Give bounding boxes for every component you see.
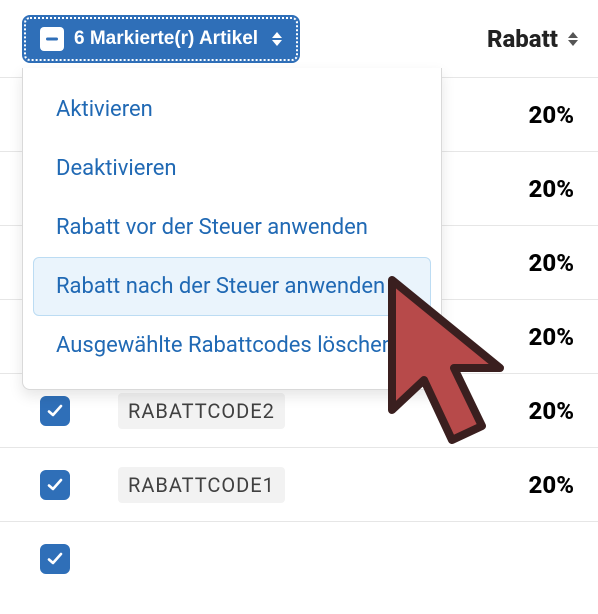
menu-item-label: Rabatt nach der Steuer anwenden [56,274,385,299]
discount-code: RABATTCODE2 [118,393,285,429]
discount-code: RABATTCODE1 [118,467,285,503]
menu-item-discount-after-tax[interactable]: Rabatt nach der Steuer anwenden [33,257,431,316]
discount-percent: 20% [529,101,574,129]
discount-percent: 20% [529,323,574,351]
discount-percent: 20% [529,471,574,499]
column-header-label: Rabatt [487,25,558,53]
bulk-actions-button[interactable]: 6 Markierte(r) Artikel [24,17,298,61]
row-checkbox[interactable] [40,470,70,500]
table-header-row: 6 Markierte(r) Artikel Rabatt [0,0,598,78]
menu-item-label: Ausgewählte Rabattcodes löschen [56,333,394,358]
chevron-updown-icon [272,32,282,46]
table-row: RABATTCODE1 20% [0,448,598,522]
bulk-actions-menu: Aktivieren Deaktivieren Rabatt vor der S… [22,68,442,390]
menu-item-discount-before-tax[interactable]: Rabatt vor der Steuer anwenden [33,198,431,257]
sort-icon [568,32,578,46]
table-row [0,522,598,596]
menu-item-delete-selected[interactable]: Ausgewählte Rabattcodes löschen [33,316,431,375]
bulk-actions-label: 6 Markierte(r) Artikel [74,28,258,50]
discount-percent: 20% [529,175,574,203]
menu-item-label: Rabatt vor der Steuer anwenden [56,215,368,240]
row-checkbox[interactable] [40,544,70,574]
row-checkbox[interactable] [40,396,70,426]
discount-percent: 20% [529,397,574,425]
column-header-rabatt[interactable]: Rabatt [487,25,578,53]
indeterminate-icon [40,27,64,51]
discount-percent: 20% [529,249,574,277]
menu-item-deactivate[interactable]: Deaktivieren [33,139,431,198]
menu-item-label: Aktivieren [56,97,153,122]
menu-item-activate[interactable]: Aktivieren [33,80,431,139]
menu-item-label: Deaktivieren [56,156,177,181]
